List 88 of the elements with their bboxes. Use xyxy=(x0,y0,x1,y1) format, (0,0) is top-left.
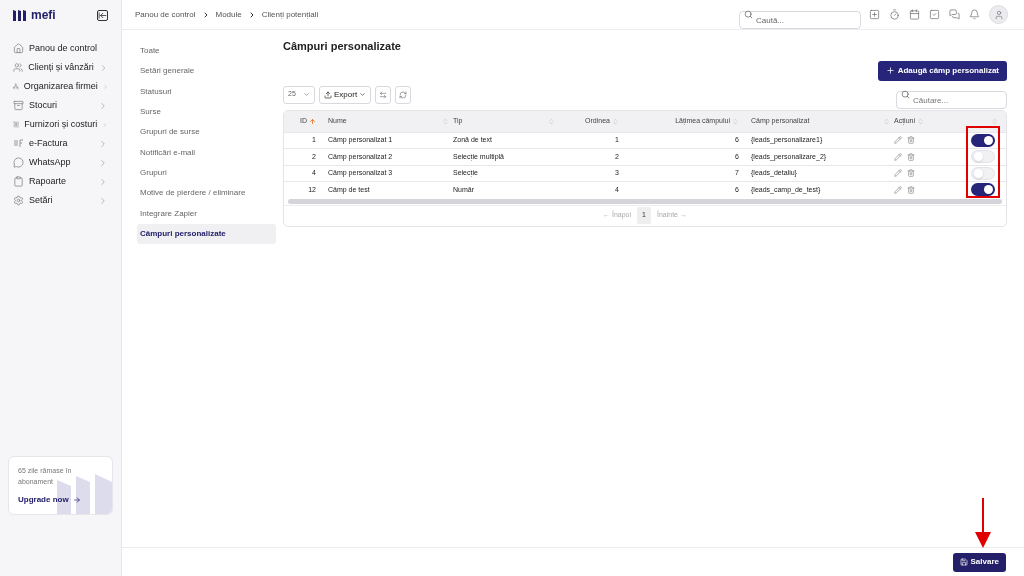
annotation-frame xyxy=(966,126,1000,198)
chat-icon[interactable] xyxy=(949,9,960,20)
upload-icon xyxy=(324,90,332,99)
breadcrumb-item[interactable]: Panou de control xyxy=(135,8,196,21)
sidebar-item[interactable]: Clienți și vânzări xyxy=(0,58,121,77)
submenu-item[interactable]: Surse xyxy=(137,101,276,123)
export-button[interactable]: Export xyxy=(319,85,372,104)
chevron-right-icon xyxy=(98,157,108,168)
trash-icon[interactable] xyxy=(907,136,915,145)
sort-icon[interactable] xyxy=(991,117,998,125)
sidebar-item[interactable]: Rapoarte xyxy=(0,172,121,191)
sort-icon[interactable] xyxy=(883,117,890,125)
chevron-right-icon xyxy=(98,138,108,149)
clipboard-icon xyxy=(13,176,24,187)
ef-icon xyxy=(13,138,24,149)
horizontal-scrollbar[interactable] xyxy=(288,198,1002,204)
submenu-item[interactable]: Integrare Zapier xyxy=(137,203,276,224)
toggle-switch[interactable] xyxy=(971,166,995,180)
notifications-icon[interactable] xyxy=(969,9,980,20)
chevron-right-icon xyxy=(98,176,108,187)
annotation-arrow xyxy=(974,498,992,548)
chevron-right-icon xyxy=(98,100,108,111)
save-button[interactable]: Salvare xyxy=(952,552,1006,572)
submenu-item[interactable]: Statusuri xyxy=(137,81,276,102)
arrow-right-icon xyxy=(72,496,81,504)
submenu-item[interactable]: Grupuri xyxy=(137,162,276,184)
sidebar-item[interactable]: Setări xyxy=(0,191,121,210)
chevron-down-icon xyxy=(303,91,310,98)
toggle-switch[interactable] xyxy=(971,133,995,147)
swap-arrows-icon xyxy=(379,90,388,99)
timer-icon[interactable] xyxy=(889,9,900,20)
refresh-button[interactable] xyxy=(395,85,412,104)
edit-icon[interactable] xyxy=(894,169,902,178)
toggle-switch[interactable] xyxy=(971,150,995,164)
search-icon xyxy=(744,10,753,19)
checkbox-icon[interactable] xyxy=(929,9,940,20)
edit-icon[interactable] xyxy=(894,185,902,194)
breadcrumb-item[interactable]: Module xyxy=(215,8,242,21)
receipt-icon xyxy=(13,119,20,130)
house-icon xyxy=(13,43,24,54)
trash-icon[interactable] xyxy=(907,152,915,161)
edit-icon[interactable] xyxy=(894,152,902,161)
org-chart-icon xyxy=(13,81,19,92)
save-icon xyxy=(959,558,968,566)
edit-icon[interactable] xyxy=(894,136,902,145)
sort-icon[interactable] xyxy=(442,117,449,125)
sidebar-item[interactable]: Furnizori și costuri xyxy=(0,115,121,134)
sidebar-item[interactable]: Organizarea firmei xyxy=(0,77,121,96)
submenu-item[interactable]: Notificări e-mail xyxy=(137,142,276,163)
add-icon[interactable] xyxy=(869,9,880,20)
submenu-item[interactable]: Grupuri de surse xyxy=(137,122,276,143)
refresh-icon xyxy=(399,90,408,99)
sort-icon[interactable] xyxy=(917,117,924,125)
breadcrumb-item: Clienți potențiali xyxy=(261,8,319,21)
toggle-switch[interactable] xyxy=(971,183,995,197)
trash-icon[interactable] xyxy=(907,185,915,194)
submenu-item[interactable]: Toate xyxy=(137,41,276,62)
chevron-down-icon xyxy=(359,91,367,98)
search-icon xyxy=(901,90,910,99)
plus-icon xyxy=(885,66,895,75)
settings-icon xyxy=(13,195,24,206)
table-search-field[interactable]: Căutare... xyxy=(896,91,1007,109)
sidebar-item[interactable]: Panou de control xyxy=(0,39,121,58)
sort-ascending-icon[interactable] xyxy=(309,117,316,125)
swap-button[interactable] xyxy=(375,85,392,104)
calendar-icon[interactable] xyxy=(909,9,920,20)
people-icon xyxy=(13,62,24,73)
sidebar-item[interactable]: e-Factura xyxy=(0,134,121,153)
trash-icon[interactable] xyxy=(907,169,915,178)
sort-icon[interactable] xyxy=(732,117,739,125)
chevron-right-icon xyxy=(98,195,108,206)
brand-name: mefi xyxy=(31,7,56,24)
sidebar-item[interactable]: WhatsApp xyxy=(0,153,121,172)
submenu-item[interactable]: Motive de pierdere / eliminare xyxy=(137,183,276,204)
sort-icon[interactable] xyxy=(612,117,619,125)
sort-icon[interactable] xyxy=(548,117,555,125)
sidebar-item[interactable]: Stocuri xyxy=(0,96,121,115)
logo-icon xyxy=(13,9,27,21)
submenu-item[interactable]: Câmpuri personalizate xyxy=(137,223,276,244)
collapse-sidebar-icon[interactable] xyxy=(97,9,108,21)
submenu-item[interactable]: Setări generale xyxy=(137,61,276,82)
chat-bubble-icon xyxy=(13,157,24,168)
global-search-field[interactable]: Caută... xyxy=(739,11,861,29)
add-custom-field-button[interactable]: Adaugă câmp personalizat xyxy=(877,60,1007,81)
page-title: Câmpuri personalizate xyxy=(283,39,402,54)
user-avatar[interactable] xyxy=(989,5,1008,24)
archive-box-icon xyxy=(13,100,24,111)
upgrade-link[interactable]: Upgrade now xyxy=(18,494,103,506)
